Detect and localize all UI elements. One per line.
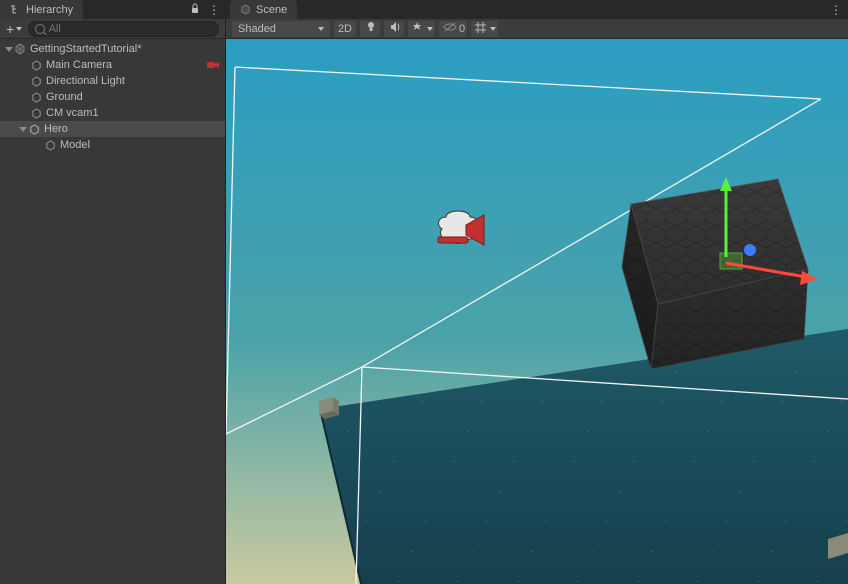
hierarchy-search[interactable] <box>28 21 219 37</box>
hierarchy-tree: GettingStartedTutorial* Main Camera Dire… <box>0 39 225 584</box>
gameobject-icon <box>30 59 42 71</box>
gameobject-icon <box>28 123 40 135</box>
kebab-icon[interactable]: ⋮ <box>830 3 842 17</box>
hierarchy-tab-label: Hierarchy <box>26 4 73 16</box>
speaker-icon <box>390 22 401 35</box>
fx-dropdown[interactable] <box>408 21 435 37</box>
tab-spacer <box>83 0 184 19</box>
hierarchy-item-label: Ground <box>46 91 219 103</box>
hierarchy-item-hero[interactable]: Hero <box>0 121 225 137</box>
gameobject-icon <box>30 91 42 103</box>
hierarchy-item-ground[interactable]: Ground <box>0 89 225 105</box>
kebab-icon[interactable]: ⋮ <box>208 3 219 17</box>
chevron-down-icon <box>427 27 433 31</box>
hierarchy-panel: Hierarchy ⋮ + GettingStartedTutorial* <box>0 0 226 584</box>
hierarchy-tab[interactable]: Hierarchy <box>0 0 83 19</box>
hierarchy-tab-actions: ⋮ <box>184 0 225 19</box>
gameobject-icon <box>44 139 56 151</box>
scene-panel: Scene ⋮ Shaded 2D 0 <box>226 0 848 584</box>
hierarchy-item-label: Hero <box>44 123 219 135</box>
hierarchy-tabbar: Hierarchy ⋮ <box>0 0 225 19</box>
hierarchy-item-main-camera[interactable]: Main Camera <box>0 57 225 73</box>
shading-mode-label: Shaded <box>238 23 276 35</box>
scene-tab-icon <box>240 4 251 15</box>
hierarchy-item-label: Main Camera <box>46 59 207 71</box>
expand-toggle[interactable] <box>18 124 28 134</box>
gameobject-icon <box>30 107 42 119</box>
chevron-down-icon <box>318 27 324 31</box>
audio-toggle[interactable] <box>384 21 404 37</box>
scene-tab-actions: ⋮ <box>824 0 848 19</box>
hierarchy-item-model[interactable]: Model <box>0 137 225 153</box>
scene-toolbar: Shaded 2D 0 <box>226 19 848 39</box>
hidden-objects-toggle[interactable]: 0 <box>439 21 467 37</box>
hierarchy-item-cm-vcam1[interactable]: CM vcam1 <box>0 105 225 121</box>
scene-tab-label: Scene <box>256 4 287 16</box>
hierarchy-scene-row[interactable]: GettingStartedTutorial* <box>0 41 225 57</box>
expand-toggle[interactable] <box>4 44 14 54</box>
tab-spacer <box>297 0 824 19</box>
lightbulb-icon <box>366 21 376 36</box>
eye-off-icon <box>443 22 457 35</box>
hierarchy-toolbar: + <box>0 19 225 39</box>
create-button[interactable]: + <box>6 22 22 36</box>
unity-scene-icon <box>14 43 26 55</box>
scene-render <box>226 39 848 584</box>
shading-mode-dropdown[interactable]: Shaded <box>232 21 330 37</box>
gameobject-icon <box>30 75 42 87</box>
search-icon <box>35 24 44 34</box>
hierarchy-icon <box>10 4 21 15</box>
scene-tab[interactable]: Scene <box>230 0 297 19</box>
hierarchy-item-directional-light[interactable]: Directional Light <box>0 73 225 89</box>
lighting-toggle[interactable] <box>360 21 380 37</box>
2d-toggle[interactable]: 2D <box>334 21 356 37</box>
chevron-down-icon <box>490 27 496 31</box>
hidden-count: 0 <box>459 23 465 35</box>
hierarchy-item-label: CM vcam1 <box>46 107 219 119</box>
scene-tabbar: Scene ⋮ <box>226 0 848 19</box>
grid-icon <box>475 22 486 36</box>
scene-viewport[interactable] <box>226 39 848 584</box>
hierarchy-item-label: Model <box>60 139 219 151</box>
lock-icon[interactable] <box>190 3 200 17</box>
effects-icon <box>412 22 423 35</box>
hierarchy-scene-label: GettingStartedTutorial* <box>30 43 219 55</box>
grid-dropdown[interactable] <box>471 21 498 37</box>
hierarchy-search-input[interactable] <box>49 23 212 35</box>
cinemachine-marker-icon <box>207 60 219 70</box>
hierarchy-item-label: Directional Light <box>46 75 219 87</box>
